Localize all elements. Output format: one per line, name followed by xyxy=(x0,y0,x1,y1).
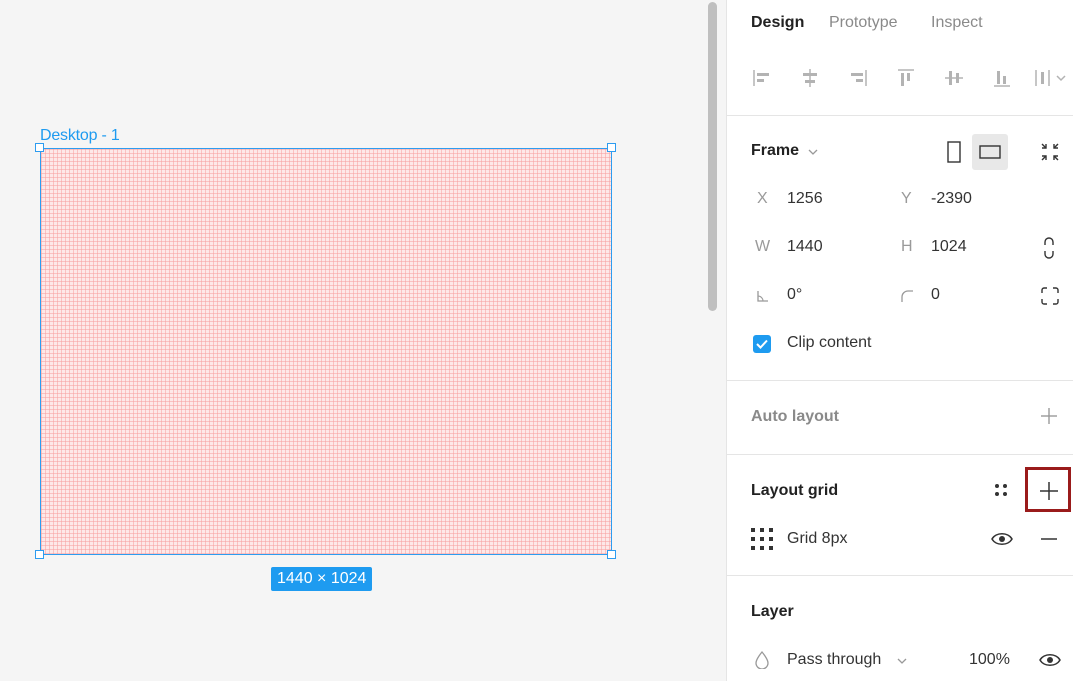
canvas[interactable]: Desktop - 1 1440 × 1024 xyxy=(0,0,704,681)
align-left-icon[interactable] xyxy=(751,67,773,89)
constrain-proportions-icon[interactable] xyxy=(1042,237,1056,259)
rotation-input[interactable]: 0° xyxy=(787,286,802,304)
distribute-icon[interactable] xyxy=(1033,67,1071,89)
grid-visibility-eye-icon[interactable] xyxy=(991,531,1013,547)
x-input[interactable]: 1256 xyxy=(787,190,823,208)
align-right-icon[interactable] xyxy=(847,67,869,89)
grid-styles-icon[interactable] xyxy=(993,482,1009,498)
align-top-icon[interactable] xyxy=(895,67,917,89)
frame-desktop-1[interactable] xyxy=(40,148,612,555)
w-input[interactable]: 1440 xyxy=(787,238,823,256)
tab-inspect[interactable]: Inspect xyxy=(931,14,983,32)
grid-settings-icon[interactable] xyxy=(750,527,774,551)
resize-to-fit-icon[interactable] xyxy=(1040,142,1060,162)
resize-handle-top-right[interactable] xyxy=(607,143,616,152)
resize-handle-top-left[interactable] xyxy=(35,143,44,152)
corner-radius-input[interactable]: 0 xyxy=(931,286,940,304)
add-layout-grid-icon[interactable] xyxy=(1039,481,1059,501)
blend-mode-chevron-down-icon[interactable] xyxy=(896,655,908,667)
resize-handle-bottom-right[interactable] xyxy=(607,550,616,559)
tab-design[interactable]: Design xyxy=(751,14,804,32)
resize-handle-bottom-left[interactable] xyxy=(35,550,44,559)
tab-prototype[interactable]: Prototype xyxy=(829,14,897,32)
opacity-input[interactable]: 100% xyxy=(969,651,1010,669)
add-auto-layout-icon[interactable] xyxy=(1040,407,1058,425)
align-vertical-center-icon[interactable] xyxy=(943,67,965,89)
frame-title[interactable]: Frame xyxy=(751,142,799,160)
h-input[interactable]: 1024 xyxy=(931,238,967,256)
layer-title: Layer xyxy=(751,603,794,620)
chevron-down-icon[interactable] xyxy=(807,146,819,158)
portrait-orientation-icon[interactable] xyxy=(947,141,961,163)
independent-corners-icon[interactable] xyxy=(1040,286,1060,306)
blend-mode-select[interactable]: Pass through xyxy=(787,651,881,669)
align-bottom-icon[interactable] xyxy=(991,67,1013,89)
layout-grid-title: Layout grid xyxy=(751,482,839,499)
h-label: H xyxy=(901,238,913,255)
frame-size-badge: 1440 × 1024 xyxy=(271,567,373,591)
clip-content-checkbox[interactable] xyxy=(753,335,771,353)
clip-content-label[interactable]: Clip content xyxy=(787,334,872,352)
remove-grid-minus-icon[interactable] xyxy=(1040,537,1058,541)
w-label: W xyxy=(755,238,771,255)
auto-layout-title: Auto layout xyxy=(751,408,839,425)
grid-item-label[interactable]: Grid 8px xyxy=(787,530,847,548)
corner-radius-icon xyxy=(900,289,914,303)
y-label: Y xyxy=(901,190,912,207)
y-input[interactable]: -2390 xyxy=(931,190,972,208)
align-horizontal-center-icon[interactable] xyxy=(799,67,821,89)
layout-grid-section: Layout grid Grid 8px xyxy=(727,455,1073,576)
x-label: X xyxy=(757,190,768,207)
rotation-icon xyxy=(755,289,769,303)
frame-section: Frame X 1256 Y -2390 W 1440 H 1024 0° 0 … xyxy=(727,116,1073,381)
canvas-scrollbar-thumb[interactable] xyxy=(708,2,717,311)
tabs-alignment-section: Design Prototype Inspect xyxy=(727,0,1073,116)
properties-panel: Design Prototype Inspect Frame X 1256 Y … xyxy=(726,0,1073,681)
blend-mode-drop-icon xyxy=(755,651,769,669)
auto-layout-section: Auto layout xyxy=(727,381,1073,455)
landscape-orientation-icon[interactable] xyxy=(979,145,1001,159)
layer-visibility-eye-icon[interactable] xyxy=(1039,652,1061,668)
frame-name-label[interactable]: Desktop - 1 xyxy=(40,127,120,145)
